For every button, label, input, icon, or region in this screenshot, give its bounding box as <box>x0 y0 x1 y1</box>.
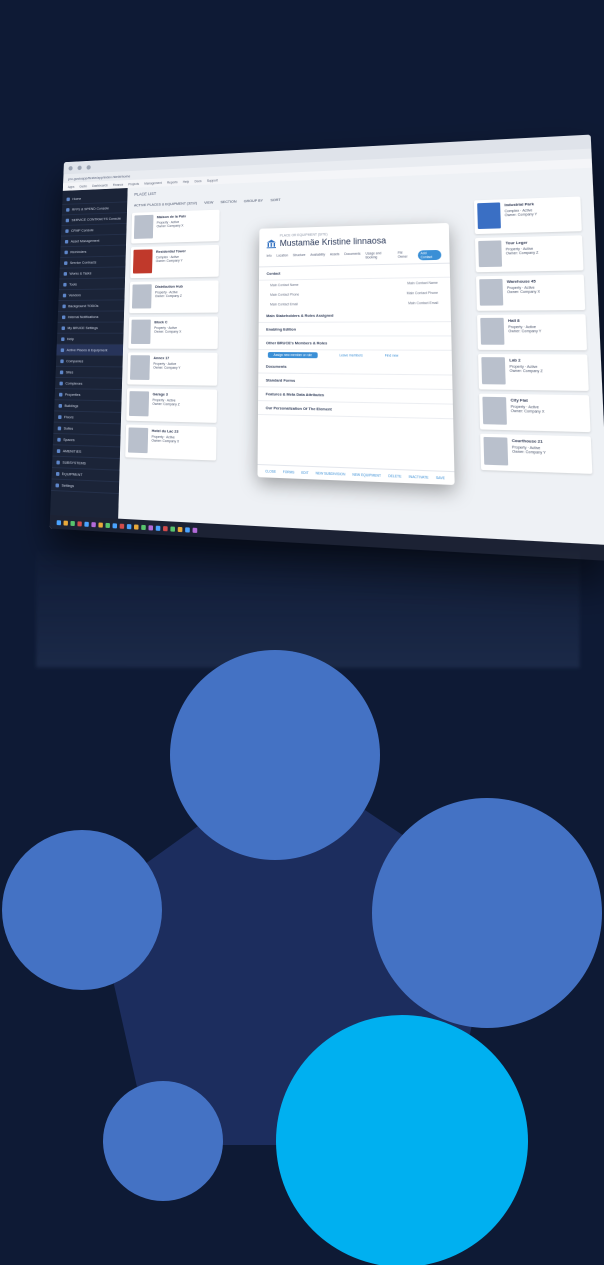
circle-top <box>170 650 380 860</box>
circle-bottom-small <box>103 1081 223 1201</box>
circle-left <box>2 830 162 990</box>
geometric-decoration <box>2 650 602 1265</box>
circle-bottom-cyan <box>276 1015 528 1265</box>
hero-stage: pro.gustoapp/fleete/app/index.html#/home… <box>0 0 604 1265</box>
circle-right <box>372 798 602 1028</box>
